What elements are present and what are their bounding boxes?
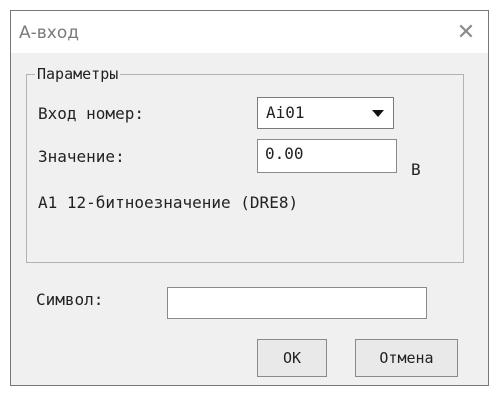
value-label: Значение: [38, 147, 125, 166]
cancel-button[interactable]: Отмена [355, 339, 458, 377]
close-icon: ✕ [456, 19, 476, 45]
title-bar: А-вход ✕ [11, 11, 488, 53]
description-text: A1 12-битноезначение (DRE8) [38, 193, 299, 212]
symbol-label: Символ: [36, 290, 104, 309]
chevron-down-icon [372, 109, 384, 117]
close-button[interactable]: ✕ [450, 17, 482, 47]
parameters-legend: Параметры [37, 65, 119, 83]
input-number-label: Вход номер: [38, 104, 144, 123]
symbol-field[interactable] [167, 287, 427, 319]
value-field[interactable]: 0.00 [257, 139, 397, 173]
input-number-select[interactable]: Ai01 [257, 97, 394, 129]
ok-button[interactable]: OK [257, 339, 327, 377]
input-number-value: Ai01 [266, 103, 305, 122]
window-title: А-вход [19, 23, 79, 43]
value-unit: В [411, 160, 421, 179]
dropdown-button[interactable] [367, 102, 389, 124]
